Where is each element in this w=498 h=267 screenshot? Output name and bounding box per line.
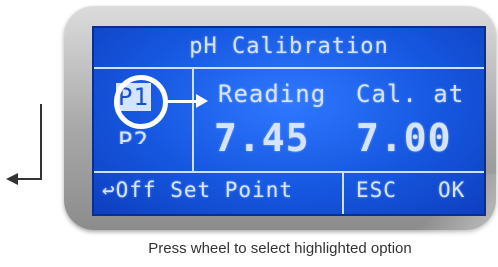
reading-label: Reading <box>218 80 327 108</box>
return-arrow-stem-icon <box>40 104 42 180</box>
pointer-arrow-icon <box>168 100 198 103</box>
divider-options <box>192 69 194 171</box>
cal-at-label: Cal. at <box>356 80 465 108</box>
lcd-screen: pH Calibration P1 P2 Reading Cal. at 7.4… <box>92 26 486 216</box>
return-arrow-icon <box>6 173 18 185</box>
divider-top <box>94 67 484 69</box>
option-p2[interactable]: P2 <box>118 128 149 144</box>
off-set-point-option[interactable]: ↩Off Set Point <box>102 178 293 202</box>
ok-option[interactable]: OK <box>438 178 465 202</box>
esc-option[interactable]: ESC <box>356 178 397 202</box>
return-arrow-base-icon <box>18 178 42 180</box>
highlight-circle <box>114 75 168 129</box>
screen-title: pH Calibration <box>189 34 389 59</box>
pointer-arrowhead-icon <box>196 94 208 108</box>
divider-footer <box>342 173 344 214</box>
cal-at-value: 7.00 <box>356 116 452 160</box>
divider-bottom <box>94 171 484 173</box>
instruction-caption: Press wheel to select highlighted option <box>148 240 412 257</box>
reading-value: 7.45 <box>214 116 310 160</box>
